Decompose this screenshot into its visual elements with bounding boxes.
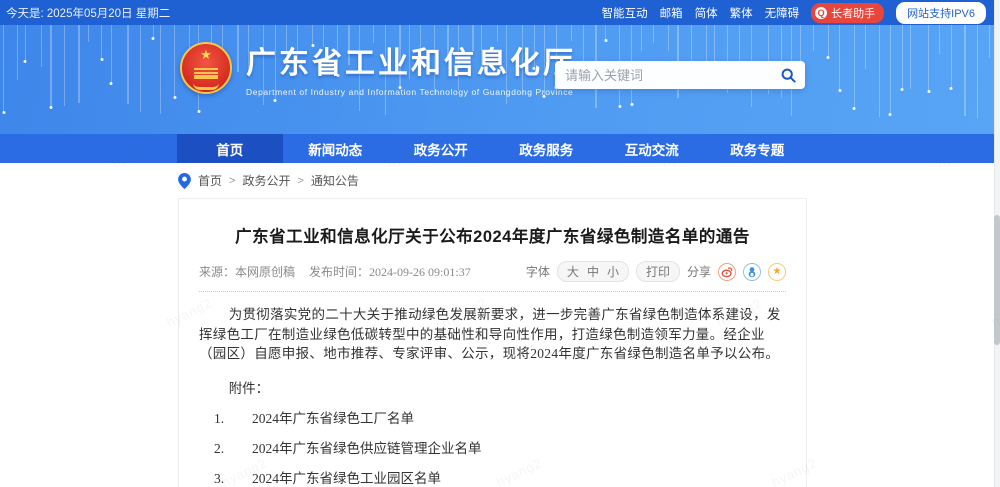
font-size-label: 字体 — [525, 265, 550, 279]
article-meta-row: 来源：本网原创稿 发布时间：2024-09-26 09:01:37 字体 大 中 … — [199, 261, 786, 282]
article-meta: 来源：本网原创稿 发布时间：2024-09-26 09:01:37 — [199, 263, 471, 280]
current-date: 今天是: 2025年05月20日 星期二 — [6, 7, 171, 20]
attachments-label: 附件： — [228, 380, 270, 396]
elder-helper-label: 长者助手 — [831, 7, 876, 20]
breadcrumb-notices[interactable]: 通知公告 — [311, 172, 359, 189]
favorite-star-button[interactable]: ★ — [768, 262, 786, 281]
nav-item-home[interactable]: 首页 — [177, 134, 283, 163]
star-icon: ★ — [772, 266, 782, 277]
ipv6-badge[interactable]: 网站支持IPV6 — [896, 1, 986, 24]
attachment-number: 3. — [214, 470, 225, 486]
location-pin-icon — [178, 172, 191, 189]
national-emblem-logo: ★ — [180, 41, 232, 94]
toplink-mailbox[interactable]: 邮箱 — [660, 5, 683, 21]
share-qq-button[interactable] — [743, 262, 761, 281]
article-paragraph: 为贯彻落实党的二十大关于推动绿色发展新要求，进一步完善广东省绿色制造体系建设，发… — [199, 307, 781, 362]
attachment-title: 2024年广东省绿色供应链管理企业名单 — [252, 440, 482, 456]
nav-item-gov-services[interactable]: 政务服务 — [494, 134, 600, 163]
share-weibo-button[interactable] — [718, 262, 736, 281]
article-title: 广东省工业和信息化厅关于公布2024年度广东省绿色制造名单的通告 — [235, 228, 750, 246]
article-tools: 字体 大 中 小 打印 分享 ★ — [526, 261, 786, 282]
page: 今天是: 2025年05月20日 星期二 智能互动 邮箱 简体 繁体 无障碍 Q… — [0, 0, 1000, 487]
font-size-medium[interactable]: 中 — [587, 263, 599, 280]
breadcrumb-gov-disclosure[interactable]: 政务公开 — [242, 172, 290, 189]
publish-time-value: 2024-09-26 09:01:37 — [369, 265, 471, 279]
topbar: 今天是: 2025年05月20日 星期二 智能互动 邮箱 简体 繁体 无障碍 Q… — [0, 0, 1000, 25]
attachment-item-3[interactable]: 3. 2024年广东省绿色工业园区名单 — [214, 467, 786, 487]
site-subtitle: Department of Industry and Information T… — [246, 87, 574, 97]
breadcrumb-separator: > — [297, 174, 304, 187]
nav-item-news[interactable]: 新闻动态 — [283, 134, 389, 163]
emblem-star-icon: ★ — [200, 46, 212, 62]
emblem-gear-icon — [193, 83, 219, 90]
nav-item-interaction[interactable]: 互动交流 — [599, 134, 705, 163]
elder-helper-button[interactable]: Q 长者助手 — [811, 2, 885, 23]
site-search — [555, 61, 805, 89]
attachment-item-1[interactable]: 1. 2024年广东省绿色工厂名单 — [214, 407, 786, 427]
font-size-switcher: 大 中 小 — [556, 261, 629, 282]
font-size-small[interactable]: 小 — [607, 263, 619, 280]
site-title: 广东省工业和信息化厅 — [246, 47, 576, 80]
weibo-icon — [721, 266, 733, 277]
nav-item-gov-disclosure[interactable]: 政务公开 — [388, 134, 494, 163]
scrollbar-thumb[interactable] — [994, 215, 1000, 345]
toplink-smart-interaction[interactable]: 智能互动 — [602, 5, 648, 21]
meta-divider — [199, 291, 786, 292]
print-button[interactable]: 打印 — [635, 261, 680, 282]
toplink-accessibility[interactable]: 无障碍 — [765, 5, 800, 21]
elder-helper-icon: Q — [815, 6, 828, 19]
main-nav: 首页 新闻动态 政务公开 政务服务 互动交流 政务专题 — [0, 134, 1000, 163]
search-button[interactable] — [781, 68, 805, 83]
attachment-title: 2024年广东省绿色工业园区名单 — [252, 470, 441, 486]
nav-item-special-topics[interactable]: 政务专题 — [705, 134, 811, 163]
qq-icon — [748, 266, 756, 277]
attachment-item-2[interactable]: 2. 2024年广东省绿色供应链管理企业名单 — [214, 437, 786, 457]
brand-text: 广东省工业和信息化厅 Department of Industry and In… — [246, 38, 576, 97]
breadcrumb: 首页 > 政务公开 > 通知公告 — [0, 163, 1000, 198]
share-label: 分享 — [686, 265, 711, 279]
search-input[interactable] — [555, 67, 781, 83]
nav-items: 首页 新闻动态 政务公开 政务服务 互动交流 政务专题 — [177, 134, 810, 163]
breadcrumb-separator: > — [229, 174, 236, 187]
attachment-number: 1. — [214, 410, 225, 426]
source-label: 来源： — [199, 265, 236, 279]
search-icon — [781, 68, 796, 83]
toplink-traditional-chinese[interactable]: 繁体 — [730, 5, 753, 21]
breadcrumb-home[interactable]: 首页 — [198, 172, 222, 189]
emblem-gate-icon — [194, 67, 218, 79]
site-brand[interactable]: ★ 广东省工业和信息化厅 Department of Industry and … — [180, 38, 576, 97]
scrollbar-track[interactable] — [994, 0, 1000, 487]
attachment-title: 2024年广东省绿色工厂名单 — [252, 410, 414, 426]
article-container: 广东省工业和信息化厅关于公布2024年度广东省绿色制造名单的通告 来源：本网原创… — [178, 198, 807, 487]
site-banner: ★ 广东省工业和信息化厅 Department of Industry and … — [0, 25, 1000, 134]
topbar-links: 智能互动 邮箱 简体 繁体 无障碍 Q 长者助手 网站支持IPV6 — [602, 1, 986, 24]
font-size-large[interactable]: 大 — [567, 263, 579, 280]
source-value: 本网原创稿 — [235, 265, 296, 279]
publish-time-label: 发布时间： — [309, 265, 370, 279]
toplink-simplified-chinese[interactable]: 简体 — [695, 5, 718, 21]
attachment-number: 2. — [214, 440, 225, 456]
